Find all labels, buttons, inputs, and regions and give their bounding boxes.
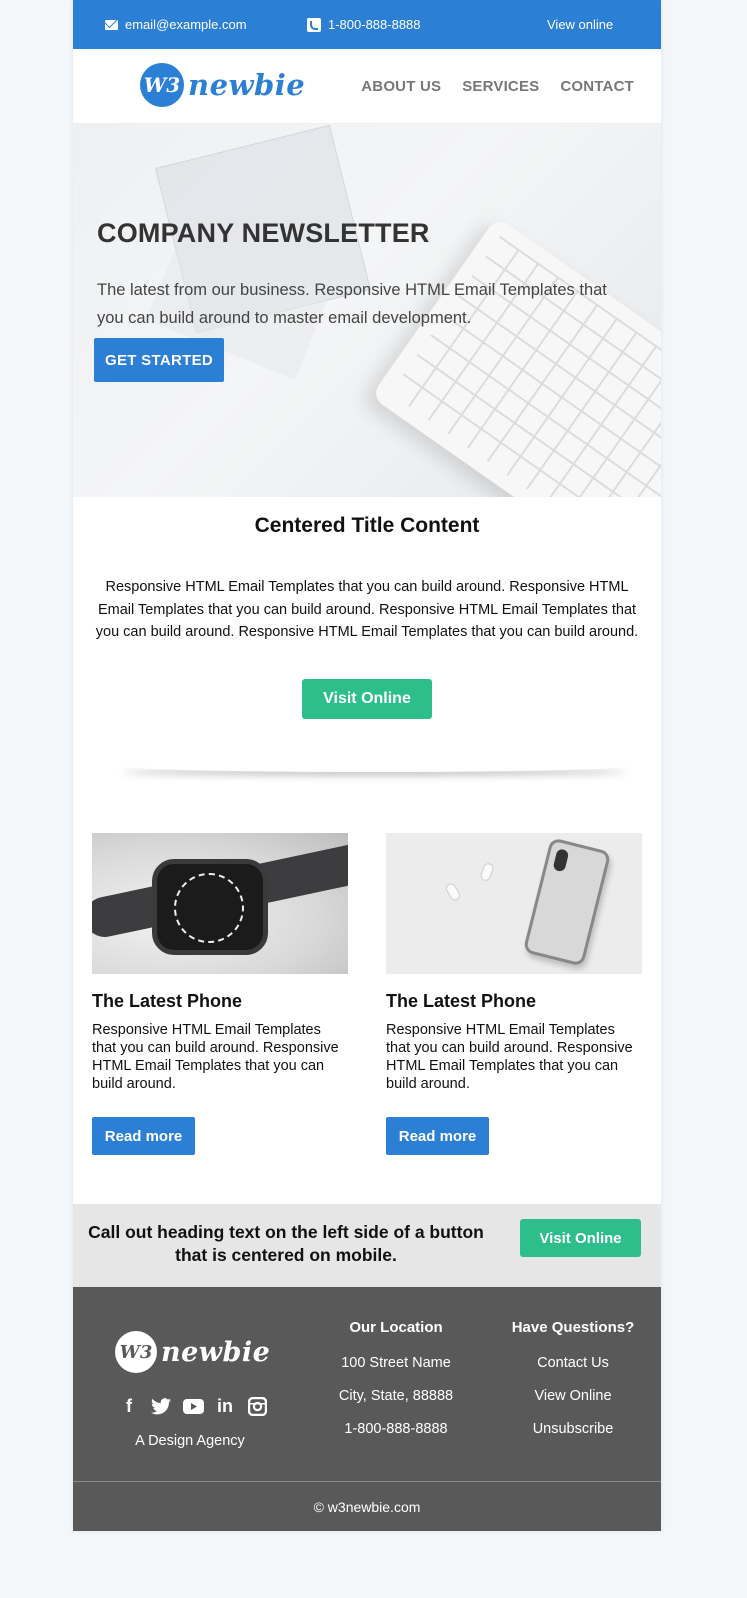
top-phone-text: 1-800-888-8888 (328, 17, 421, 32)
footer-unsubscribe-link[interactable]: Unsubscribe (493, 1421, 653, 1437)
phone-camera (552, 848, 570, 873)
footer-logo[interactable]: W3 newbie (115, 1331, 270, 1373)
social-links: f in (118, 1395, 268, 1417)
header: W3 newbie ABOUT US SERVICES CONTACT (73, 49, 661, 124)
centered-title: Centered Title Content (254, 514, 480, 537)
logo-text: newbie (188, 68, 306, 102)
centered-content-section: Centered Title Content Responsive HTML E… (73, 497, 661, 817)
hero-section: COMPANY NEWSLETTER The latest from our b… (73, 124, 661, 497)
shadow-divider (119, 760, 631, 772)
main-nav: ABOUT US SERVICES CONTACT (361, 49, 634, 124)
visit-online-button[interactable]: Visit Online (302, 679, 432, 719)
linkedin-icon[interactable]: in (214, 1395, 236, 1417)
callout-heading: Call out heading text on the left side o… (88, 1222, 484, 1265)
footer-questions-column: Have Questions? Contact Us View Online U… (493, 1319, 653, 1454)
top-bar: email@example.com 1-800-888-8888 View on… (73, 0, 661, 49)
copyright-text[interactable]: © w3newbie.com (314, 1499, 421, 1515)
hero-keyboard-image (370, 216, 661, 497)
watch-dial (174, 873, 244, 943)
card-title: The Latest Phone (92, 991, 243, 1011)
nav-contact[interactable]: CONTACT (560, 78, 634, 95)
footer-tagline: A Design Agency (135, 1433, 245, 1449)
nav-services[interactable]: SERVICES (462, 78, 539, 95)
facebook-icon[interactable]: f (118, 1395, 140, 1417)
footer-phone-line: 1-800-888-8888 (344, 1421, 448, 1437)
footer: W3 newbie f in A Design Agency Our Locat… (73, 1287, 661, 1481)
callout-visit-online-button[interactable]: Visit Online (520, 1219, 641, 1257)
footer-contact-us-link[interactable]: Contact Us (493, 1355, 653, 1371)
callout-section: Call out heading text on the left side o… (73, 1204, 661, 1287)
envelope-icon (105, 19, 118, 30)
earbud-right (479, 861, 495, 883)
smartwatch-image (92, 833, 348, 974)
product-card: The Latest Phone Responsive HTML Email T… (92, 833, 348, 1155)
footer-view-online-link[interactable]: View Online (493, 1388, 653, 1404)
card-text: Responsive HTML Email Templates that you… (386, 1022, 633, 1092)
centered-text: Responsive HTML Email Templates that you… (95, 579, 639, 640)
top-phone-link[interactable]: 1-800-888-8888 (307, 0, 421, 49)
footer-location-heading: Our Location (349, 1319, 443, 1336)
footer-address-line: 100 Street Name (341, 1355, 451, 1371)
cards-section: The Latest Phone Responsive HTML Email T… (73, 817, 661, 1204)
instagram-icon[interactable] (246, 1395, 268, 1417)
top-view-online-link[interactable]: View online (547, 0, 613, 49)
twitter-icon[interactable] (150, 1395, 172, 1417)
product-card: The Latest Phone Responsive HTML Email T… (386, 833, 642, 1155)
get-started-button[interactable]: GET STARTED (94, 338, 224, 382)
card-title: The Latest Phone (386, 991, 537, 1011)
footer-logo-badge: W3 (115, 1331, 157, 1373)
top-email-link[interactable]: email@example.com (105, 0, 247, 49)
phone-device (522, 837, 612, 967)
footer-questions-heading: Have Questions? (511, 1319, 635, 1336)
earbud-left (444, 881, 462, 903)
smartphone-image (386, 833, 642, 974)
top-email-text: email@example.com (125, 17, 247, 32)
email-container: email@example.com 1-800-888-8888 View on… (73, 0, 661, 1531)
youtube-icon[interactable] (182, 1395, 204, 1417)
logo-badge: W3 (140, 63, 184, 107)
phone-icon (307, 17, 321, 32)
nav-about-us[interactable]: ABOUT US (361, 78, 441, 95)
card-text: Responsive HTML Email Templates that you… (92, 1022, 339, 1092)
hero-text: The latest from our business. Responsive… (97, 281, 607, 327)
read-more-button[interactable]: Read more (386, 1117, 489, 1155)
hero-title: COMPANY NEWSLETTER (97, 218, 430, 248)
copyright-bar: © w3newbie.com (73, 1481, 661, 1531)
footer-logo-text: newbie (161, 1336, 271, 1368)
logo[interactable]: W3 newbie (140, 63, 305, 107)
footer-location-column: Our Location 100 Street Name City, State… (313, 1319, 479, 1454)
read-more-button[interactable]: Read more (92, 1117, 195, 1155)
footer-address-line: City, State, 88888 (338, 1388, 454, 1404)
